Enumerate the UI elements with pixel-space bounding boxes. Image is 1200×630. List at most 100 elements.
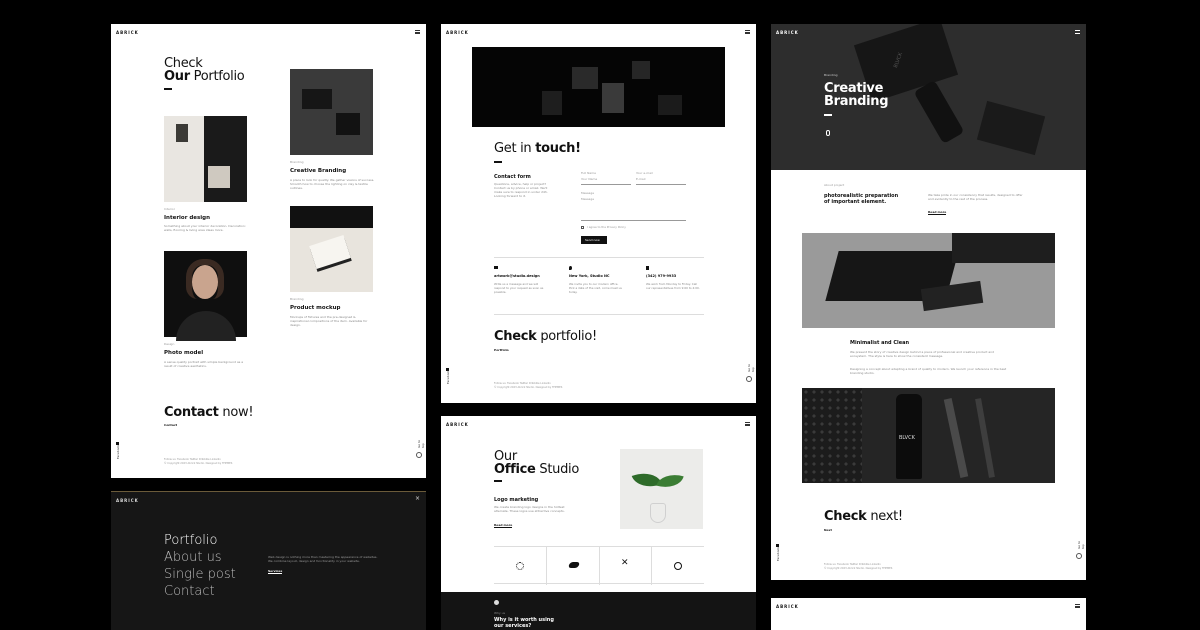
shoulders-shape [176, 311, 236, 341]
info-desc: Write us a message and we will respond t… [494, 282, 544, 294]
office-page: ABRICK Our Office Studio Logo marketing … [441, 416, 756, 630]
contact-heading: Contact now! [164, 405, 254, 420]
footer-links[interactable]: Follow us: Facebook Twitter Dribbble Lin… [164, 458, 221, 461]
agree-checkbox[interactable] [581, 226, 584, 229]
message-input[interactable]: Message [581, 197, 686, 221]
item-title[interactable]: Photo model [164, 350, 203, 356]
arrow-up-icon[interactable] [746, 376, 752, 382]
scroll-to-top[interactable]: Go to top [747, 363, 755, 372]
portrait-image[interactable] [164, 251, 247, 341]
menu-icon[interactable] [745, 30, 750, 34]
interior-image[interactable] [164, 116, 247, 202]
chair-shape [208, 166, 230, 188]
brand-logo[interactable]: ABRICK [446, 422, 469, 427]
mouse-scroll-icon[interactable] [826, 130, 830, 136]
footer-links[interactable]: Follow us: Facebook Twitter Dribbble Lin… [824, 563, 881, 566]
mail-icon [494, 266, 498, 269]
dark-small-label: Why us [494, 611, 506, 615]
brand-logo[interactable]: ABRICK [776, 30, 799, 35]
hair-shape [186, 259, 224, 299]
branding-hero-image: BLVCK [771, 24, 1086, 170]
item-desc: Something about your interior decoration… [164, 224, 246, 232]
info-desc: We invite you to our modern office. Pick… [569, 282, 622, 294]
detail-title: photorealistic preparation of important … [824, 193, 899, 205]
office-subtitle: Logo marketing [494, 497, 539, 503]
item-title[interactable]: Product mockup [290, 305, 340, 311]
info-divider [494, 257, 704, 258]
main-menu: Portfolio About us Single post Contact [164, 532, 236, 600]
arrow-up-icon[interactable] [416, 452, 422, 458]
item-title[interactable]: Creative Branding [290, 168, 346, 174]
menu-icon[interactable] [745, 422, 750, 426]
item-title[interactable]: Interior design [164, 215, 210, 221]
bottle-label: BLVCK [899, 435, 915, 441]
arrow-up-icon[interactable] [1076, 553, 1082, 559]
brand-logo[interactable]: ABRICK [116, 30, 139, 35]
menu-icon[interactable] [1075, 604, 1080, 608]
dark-title: Why is it worth using our services? [494, 617, 554, 629]
agree-text[interactable]: I agree to the Privacy Policy [587, 225, 626, 229]
wave-logo-icon [567, 562, 581, 568]
vase-shape [650, 503, 666, 523]
copyright: © Copyright 2023 Abrick Studio. Designed… [494, 386, 563, 389]
play-circle-icon[interactable] [494, 600, 499, 605]
menu-item-portfolio[interactable]: Portfolio [164, 532, 236, 549]
box-shape [336, 113, 360, 135]
portfolio-page: ABRICK Check Our Portfolio Interior Inte… [111, 24, 426, 478]
brand-logo[interactable]: ABRICK [776, 604, 799, 609]
brand-logo[interactable]: ABRICK [116, 498, 139, 503]
read-more-link[interactable]: Read more [928, 210, 947, 215]
footer-links[interactable]: Follow us: Facebook Twitter Dribbble Lin… [494, 382, 551, 385]
close-icon[interactable]: × [415, 495, 420, 502]
tool-shape [943, 398, 969, 478]
product-image[interactable] [290, 206, 373, 292]
email-input[interactable]: E-mail [636, 177, 686, 185]
title-underline [494, 480, 502, 482]
sidebar-facebook[interactable]: Facebook [446, 370, 450, 384]
hero-image [472, 47, 725, 127]
curtain-shape [204, 116, 247, 202]
info-title[interactable]: artwork@studio.design [494, 274, 540, 278]
notebook-shape [309, 235, 351, 269]
branding-image[interactable] [290, 69, 373, 155]
heading-underline [494, 161, 502, 163]
info-title[interactable]: New York, Studio NC [569, 274, 610, 278]
info-title[interactable]: (342) 979-9933 [646, 274, 676, 278]
services-link[interactable]: Services [268, 569, 283, 574]
menu-item-about[interactable]: About us [164, 549, 236, 566]
item-category: Branding [290, 297, 304, 301]
read-more-link[interactable]: Read more [494, 523, 513, 528]
box-shape [302, 89, 332, 109]
form-title: Contact form [494, 174, 531, 180]
x-logo-icon: ✕ [621, 558, 629, 568]
portfolio-link[interactable]: Portfolio [494, 348, 509, 352]
hero-underline [824, 114, 832, 116]
strip-divider [599, 547, 600, 585]
next-link[interactable]: Next [824, 528, 832, 532]
sidebar-facebook[interactable]: Facebook [776, 547, 780, 561]
brand-logo[interactable]: ABRICK [446, 30, 469, 35]
menu-icon[interactable] [415, 30, 420, 34]
menu-item-contact[interactable]: Contact [164, 583, 236, 600]
full-name-input[interactable]: Your Name [581, 177, 631, 185]
item-desc: A place to look for quality. We gather v… [290, 178, 375, 190]
copyright: © Copyright 2023 Abrick Studio. Designed… [824, 567, 893, 570]
menu-item-single-post[interactable]: Single post [164, 566, 236, 583]
detail-label: About project [824, 183, 845, 187]
sidebar-facebook[interactable]: Facebook [116, 445, 120, 459]
hero-category: Branding [824, 73, 838, 77]
send-button[interactable]: Send now [581, 236, 607, 244]
contact-link[interactable]: Contact [164, 423, 177, 427]
item-category: Design [164, 342, 175, 346]
title-underline [164, 88, 172, 90]
detail-desc: We take pride in our consistency that re… [928, 193, 1023, 201]
item-desc: Mockups of fixtures and the pre-designed… [290, 315, 368, 327]
scroll-to-top[interactable]: Go to top [1077, 540, 1085, 549]
dark-surface [290, 206, 373, 228]
info-desc: We work from Monday to Friday. Call our … [646, 282, 700, 290]
menu-overlay: ABRICK × Portfolio About us Single post … [111, 491, 426, 630]
leaf-shape [631, 467, 663, 493]
menu-icon[interactable] [1075, 30, 1080, 34]
leaf-shape [656, 470, 684, 492]
scroll-to-top[interactable]: Go to top [417, 439, 425, 448]
